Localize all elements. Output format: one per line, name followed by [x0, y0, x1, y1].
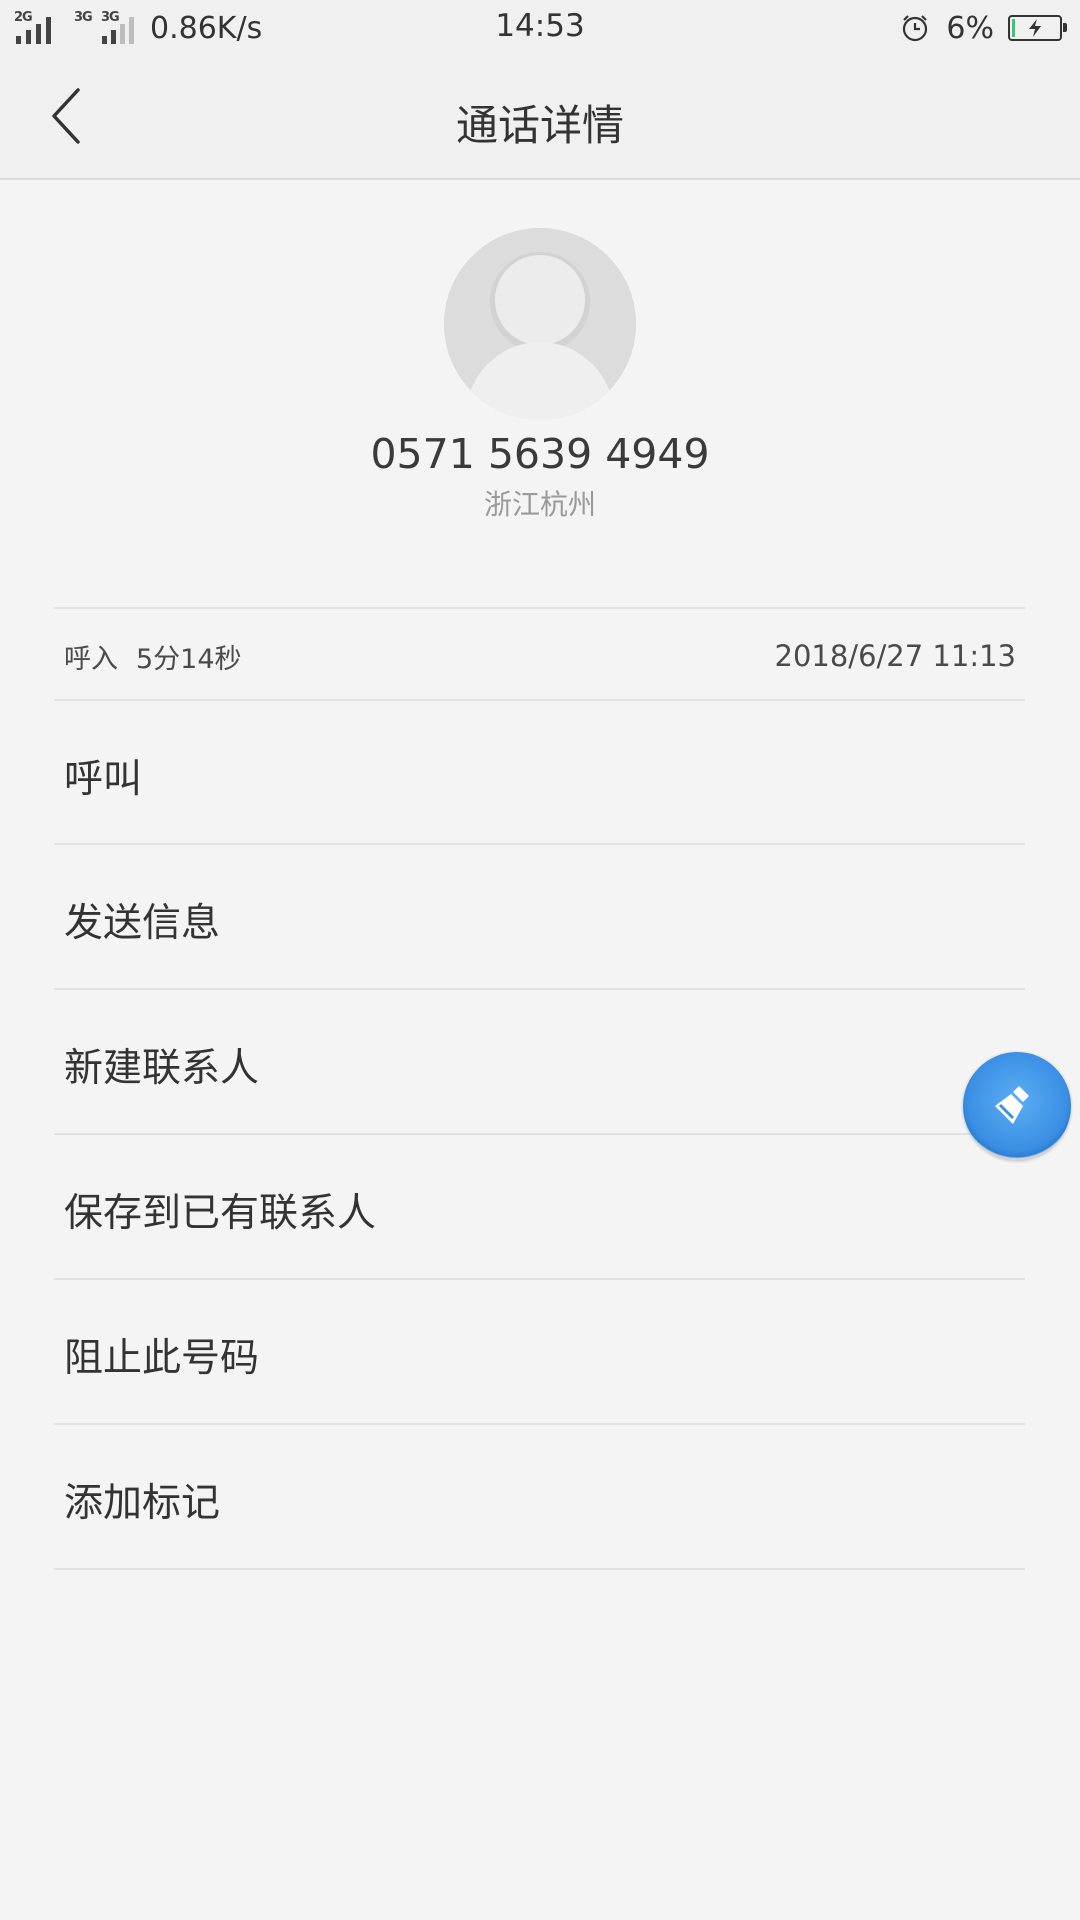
charging-bolt-icon [1029, 19, 1041, 37]
status-right-group: 6% [900, 8, 1067, 48]
status-bar: 2G 3G 3G 0.86K/s 14:53 6% [0, 0, 1080, 56]
send-message-label: 发送信息 [64, 901, 221, 946]
default-avatar-icon [444, 228, 636, 420]
call-log-row: 呼入 5分14秒 2018/6/27 11:13 [64, 609, 1016, 701]
divider [54, 1568, 1025, 1570]
title-bar: 通话详情 [0, 56, 1080, 180]
alarm-clock-icon [903, 15, 928, 42]
new-contact-button[interactable]: 新建联系人 [54, 990, 1025, 1133]
call-type: 呼入 [64, 644, 118, 675]
call-button-label: 呼叫 [64, 757, 143, 802]
battery-level-fill [1012, 19, 1015, 37]
send-message-button[interactable]: 发送信息 [54, 845, 1025, 988]
battery-charging-icon [1008, 15, 1067, 41]
block-number-button[interactable]: 阻止此号码 [54, 1280, 1025, 1423]
block-number-label: 阻止此号码 [64, 1336, 260, 1381]
add-tag-button[interactable]: 添加标记 [54, 1425, 1025, 1568]
save-to-existing-contact-label: 保存到已有联系人 [64, 1191, 377, 1236]
broom-clean-icon [995, 1086, 1029, 1124]
call-button[interactable]: 呼叫 [54, 701, 1025, 844]
add-tag-label: 添加标记 [64, 1481, 221, 1526]
page-title: 通话详情 [455, 101, 624, 150]
call-duration: 5分14秒 [136, 644, 242, 675]
call-datetime: 2018/6/27 11:13 [774, 639, 1017, 673]
save-to-existing-contact-button[interactable]: 保存到已有联系人 [54, 1135, 1025, 1278]
floating-clean-button[interactable] [963, 1052, 1071, 1160]
battery-percent: 6% [946, 10, 994, 46]
number-location: 浙江杭州 [483, 488, 596, 521]
phone-number: 0571 5639 4949 [370, 430, 710, 478]
new-contact-label: 新建联系人 [64, 1046, 260, 1091]
